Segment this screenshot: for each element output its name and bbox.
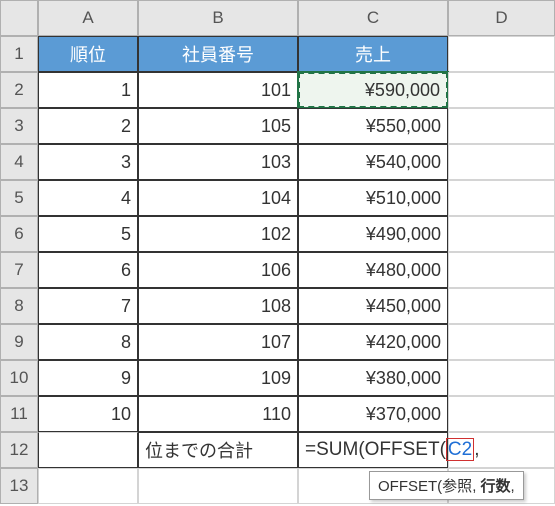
tooltip-arg-current: 行数 bbox=[481, 478, 511, 495]
col-header-D[interactable]: D bbox=[448, 0, 555, 36]
cell-D11[interactable] bbox=[448, 396, 555, 432]
cell-D2[interactable] bbox=[448, 72, 555, 108]
cell-B8[interactable]: 108 bbox=[138, 288, 298, 324]
tooltip-fn: OFFSET( bbox=[378, 478, 442, 495]
cell-B2[interactable]: 101 bbox=[138, 72, 298, 108]
col-header-C[interactable]: C bbox=[298, 0, 448, 36]
row-header-3[interactable]: 3 bbox=[0, 108, 38, 144]
cell-D4[interactable] bbox=[448, 144, 555, 180]
cell-A3[interactable]: 2 bbox=[38, 108, 138, 144]
cell-B7[interactable]: 106 bbox=[138, 252, 298, 288]
cell-C12-formula[interactable]: =SUM(OFFSET(C2, OFFSET(参照, 行数, bbox=[298, 432, 448, 468]
tooltip-sep: , bbox=[472, 478, 480, 495]
cell-A13[interactable] bbox=[38, 468, 138, 504]
cell-A8[interactable]: 7 bbox=[38, 288, 138, 324]
header-empno[interactable]: 社員番号 bbox=[138, 36, 298, 72]
row-header-11[interactable]: 11 bbox=[0, 396, 38, 432]
cell-D6[interactable] bbox=[448, 216, 555, 252]
row-header-7[interactable]: 7 bbox=[0, 252, 38, 288]
row-header-8[interactable]: 8 bbox=[0, 288, 38, 324]
cell-C11[interactable]: ¥370,000 bbox=[298, 396, 448, 432]
cell-C6[interactable]: ¥490,000 bbox=[298, 216, 448, 252]
row-header-2[interactable]: 2 bbox=[0, 72, 38, 108]
row-header-4[interactable]: 4 bbox=[0, 144, 38, 180]
tooltip-arg1: 参照 bbox=[442, 478, 472, 495]
formula-prefix: =SUM(OFFSET( bbox=[305, 439, 446, 460]
col-header-B[interactable]: B bbox=[138, 0, 298, 36]
header-rank[interactable]: 順位 bbox=[38, 36, 138, 72]
row-header-9[interactable]: 9 bbox=[0, 324, 38, 360]
cell-C3[interactable]: ¥550,000 bbox=[298, 108, 448, 144]
cell-A7[interactable]: 6 bbox=[38, 252, 138, 288]
cell-D7[interactable] bbox=[448, 252, 555, 288]
cell-C7[interactable]: ¥480,000 bbox=[298, 252, 448, 288]
cell-D5[interactable] bbox=[448, 180, 555, 216]
cell-A9[interactable]: 8 bbox=[38, 324, 138, 360]
row-header-12[interactable]: 12 bbox=[0, 432, 38, 468]
cell-A4[interactable]: 3 bbox=[38, 144, 138, 180]
cell-D9[interactable] bbox=[448, 324, 555, 360]
cell-C10[interactable]: ¥380,000 bbox=[298, 360, 448, 396]
row-header-10[interactable]: 10 bbox=[0, 360, 38, 396]
cell-B9[interactable]: 107 bbox=[138, 324, 298, 360]
cell-C2[interactable]: ¥590,000 bbox=[298, 72, 448, 108]
cell-C4[interactable]: ¥540,000 bbox=[298, 144, 448, 180]
cell-A5[interactable]: 4 bbox=[38, 180, 138, 216]
formula-text: =SUM(OFFSET(C2, bbox=[305, 439, 480, 461]
row-header-5[interactable]: 5 bbox=[0, 180, 38, 216]
cell-C9[interactable]: ¥420,000 bbox=[298, 324, 448, 360]
cell-B13[interactable] bbox=[138, 468, 298, 504]
cell-B12-label[interactable]: 位までの合計 bbox=[138, 432, 298, 468]
row-header-13[interactable]: 13 bbox=[0, 468, 38, 504]
cell-A12[interactable] bbox=[38, 432, 138, 468]
tooltip-suffix: , bbox=[511, 478, 515, 495]
cell-D1[interactable] bbox=[448, 36, 555, 72]
cell-B11[interactable]: 110 bbox=[138, 396, 298, 432]
header-sales[interactable]: 売上 bbox=[298, 36, 448, 72]
cell-C8[interactable]: ¥450,000 bbox=[298, 288, 448, 324]
formula-suffix: , bbox=[474, 439, 479, 460]
cell-B6[interactable]: 102 bbox=[138, 216, 298, 252]
cell-C5[interactable]: ¥510,000 bbox=[298, 180, 448, 216]
cell-D3[interactable] bbox=[448, 108, 555, 144]
row-header-1[interactable]: 1 bbox=[0, 36, 38, 72]
row-header-6[interactable]: 6 bbox=[0, 216, 38, 252]
cell-B4[interactable]: 103 bbox=[138, 144, 298, 180]
cell-D8[interactable] bbox=[448, 288, 555, 324]
cell-A11[interactable]: 10 bbox=[38, 396, 138, 432]
cell-A2[interactable]: 1 bbox=[38, 72, 138, 108]
cell-A10[interactable]: 9 bbox=[38, 360, 138, 396]
formula-reference: C2 bbox=[446, 438, 474, 461]
col-header-A[interactable]: A bbox=[38, 0, 138, 36]
corner-select-all[interactable] bbox=[0, 0, 38, 36]
cell-B5[interactable]: 104 bbox=[138, 180, 298, 216]
function-tooltip: OFFSET(参照, 行数, bbox=[369, 471, 524, 500]
spreadsheet-grid[interactable]: A B C D 1 順位 社員番号 売上 2 1 101 ¥590,000 3 … bbox=[0, 0, 555, 504]
cell-D10[interactable] bbox=[448, 360, 555, 396]
cell-B10[interactable]: 109 bbox=[138, 360, 298, 396]
cell-A6[interactable]: 5 bbox=[38, 216, 138, 252]
cell-B3[interactable]: 105 bbox=[138, 108, 298, 144]
